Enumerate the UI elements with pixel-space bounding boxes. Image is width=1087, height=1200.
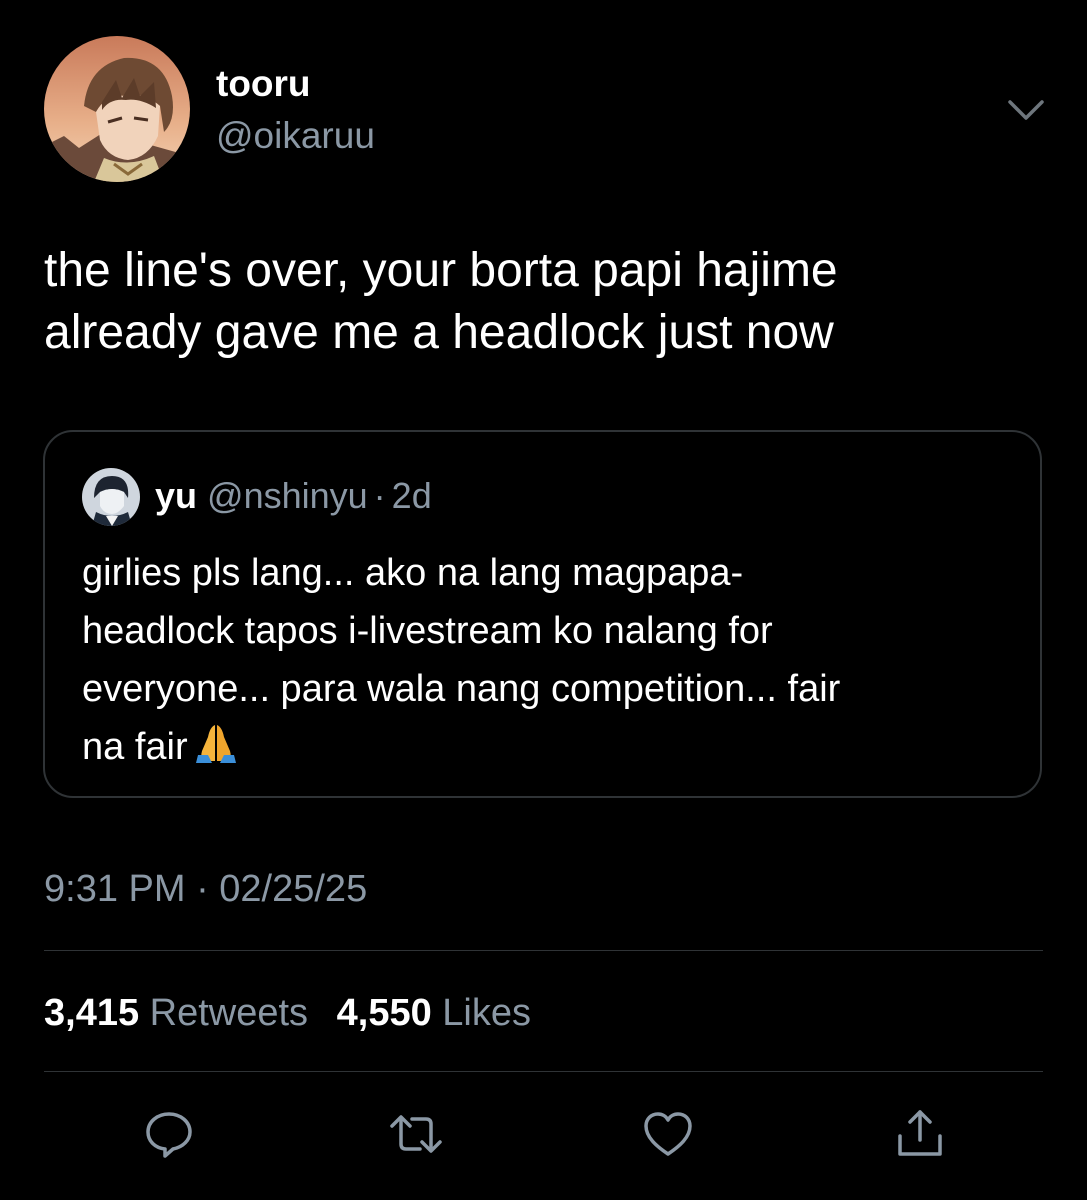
quoted-text-line: everyone... para wala nang competition..… [82,668,841,710]
author-display-name[interactable]: tooru [216,62,311,106]
reply-icon[interactable] [141,1106,197,1162]
quoted-display-name: yu [155,475,198,516]
quoted-age: 2d [391,475,432,516]
tweet-text-line: already gave me a headlock just now [44,306,834,359]
retweets-count: 3,415 [44,992,140,1034]
tweet-timestamp[interactable]: 9:31 PM · 02/25/25 [44,866,367,912]
retweets-stat[interactable]: 3,415 Retweets [44,992,308,1034]
likes-stat[interactable]: 4,550 Likes [337,992,531,1034]
likes-count: 4,550 [336,992,432,1034]
quoted-text-line-last: na fair [82,718,840,776]
avatar-image [44,36,190,182]
likes-label: Likes [442,992,531,1034]
tweet-text: the line's over, your borta papi hajime … [44,240,1054,364]
tweet-stats: 3,415 Retweets 4,550 Likes [44,990,549,1036]
quoted-author-avatar [82,468,140,526]
heart-icon[interactable] [640,1106,696,1162]
folded-hands-icon [194,721,238,765]
divider [44,950,1043,951]
quoted-text-line: girlies pls lang... ako na lang magpapa- [82,552,744,594]
divider [44,1071,1043,1072]
author-handle[interactable]: @oikaruu [216,114,375,158]
quoted-handle: @nshinyu [207,475,368,516]
quoted-text-line: headlock tapos i-livestream ko nalang fo… [82,610,773,652]
quoted-tweet-text: girlies pls lang... ako na lang magpapa-… [82,544,840,776]
share-icon[interactable] [892,1106,948,1162]
quoted-separator: · [373,475,386,516]
tweet-text-line: the line's over, your borta papi hajime [44,244,838,297]
quoted-avatar-image [82,468,140,526]
retweets-label: Retweets [149,992,309,1034]
quoted-tweet-card[interactable]: yu @nshinyu · 2d girlies pls lang... ako n… [43,430,1042,798]
retweet-icon[interactable] [388,1106,444,1162]
quoted-text-line: na fair [82,726,188,768]
author-avatar[interactable] [44,36,190,182]
quoted-tweet-header: yu @nshinyu · 2d [155,474,432,518]
chevron-down-icon[interactable] [1004,92,1048,128]
